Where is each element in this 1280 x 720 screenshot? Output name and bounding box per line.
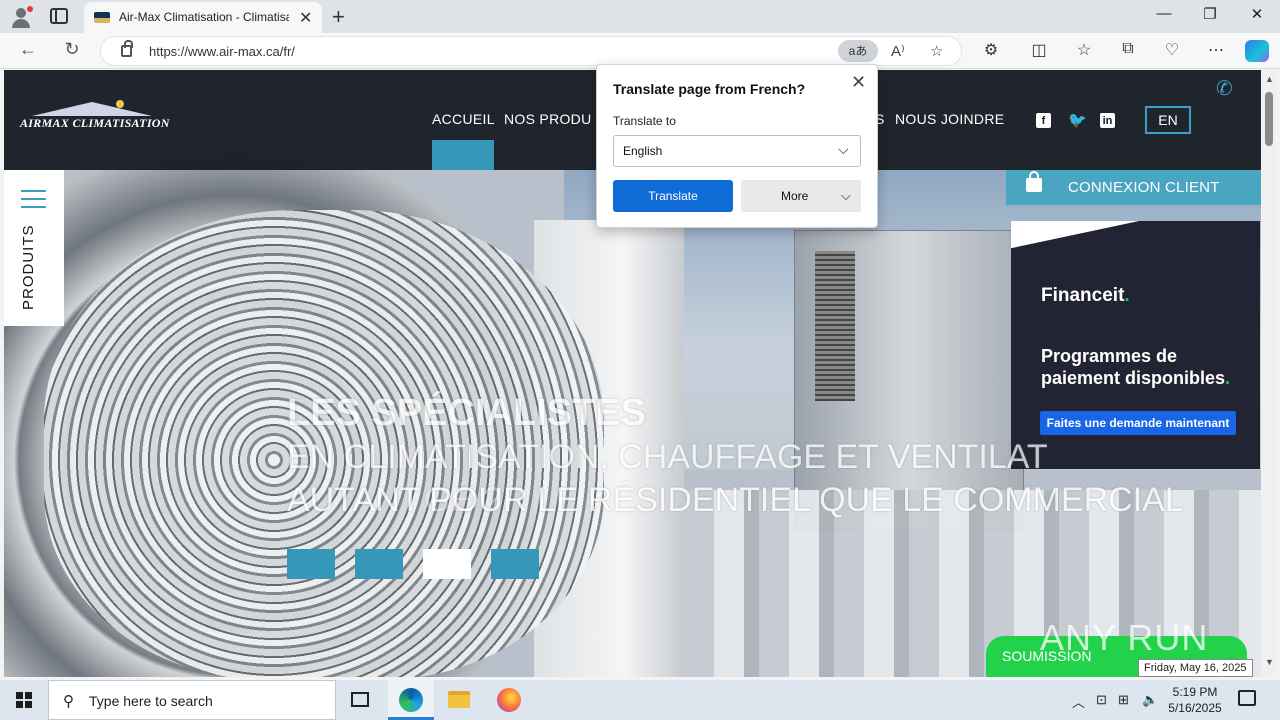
financeit-ad[interactable]: Financeit. Programmes de paiement dispon… xyxy=(1011,221,1260,469)
clock-time: 5:19 PM xyxy=(1172,685,1218,699)
windows-logo-icon xyxy=(16,692,32,708)
twitter-icon[interactable]: 🐦 xyxy=(1068,113,1087,128)
edge-taskbar-button[interactable] xyxy=(388,680,434,720)
back-arrow-icon[interactable]: ← xyxy=(14,39,42,60)
tab-close-icon[interactable]: ✕ xyxy=(299,8,312,28)
slider-dot-4[interactable] xyxy=(491,549,539,579)
language-toggle[interactable]: EN xyxy=(1145,106,1191,134)
more-button[interactable]: More ⌵ xyxy=(741,180,861,212)
network-monitor-icon[interactable]: ⊡ xyxy=(1096,692,1107,708)
ad-brand: Financeit. xyxy=(1041,285,1130,306)
copilot-icon[interactable] xyxy=(1245,40,1269,62)
facebook-icon[interactable]: f xyxy=(1036,113,1051,128)
performance-icon[interactable]: ♡ xyxy=(1158,40,1186,60)
extensions-icon[interactable]: ⚙ xyxy=(977,40,1005,60)
task-view-icon xyxy=(351,692,369,707)
site-favicon-icon xyxy=(94,12,110,23)
restore-button[interactable]: ❐ xyxy=(1187,5,1233,23)
tab-strip: Air-Max Climatisation - Climatisation ✕ … xyxy=(0,0,1280,33)
scroll-up-icon[interactable]: ▲ xyxy=(1265,74,1274,84)
language-select[interactable]: English ⌵ xyxy=(613,135,861,167)
hero-subtitle: EN CLIMATISATION, CHAUFFAGE ET VENTILAT xyxy=(287,438,1048,476)
task-view-button[interactable] xyxy=(337,680,383,720)
slider-dot-1[interactable] xyxy=(287,549,335,579)
volume-icon[interactable]: 🔈 xyxy=(1142,692,1158,708)
search-icon: ⚲ xyxy=(63,693,74,710)
favorites-icon[interactable]: ☆ xyxy=(1070,40,1098,60)
lock-icon[interactable] xyxy=(121,40,133,57)
minimize-button[interactable]: — xyxy=(1141,5,1187,22)
show-hidden-icons-icon[interactable]: ︿ xyxy=(1072,692,1085,711)
chevron-down-icon: ⌵ xyxy=(838,141,849,157)
page-scrollbar[interactable]: ▲ ▼ xyxy=(1262,70,1276,677)
start-button[interactable] xyxy=(0,680,48,720)
profile-icon[interactable] xyxy=(8,4,34,30)
hamburger-menu-icon[interactable] xyxy=(21,190,46,208)
refresh-icon[interactable]: ↻ xyxy=(58,39,86,60)
explorer-taskbar-button[interactable] xyxy=(436,680,482,720)
ad-cta-button[interactable]: Faites une demande maintenant xyxy=(1040,411,1236,435)
translate-popup: Translate page from French? ✕ Translate … xyxy=(596,64,878,228)
chevron-down-icon: ⌵ xyxy=(841,188,851,203)
translate-to-label: Translate to xyxy=(613,114,676,128)
hero-title: LES SPÉCIALISTES xyxy=(287,392,646,434)
taskbar: ⚲ Type here to search ︿ ⊡ ⊞ 🔈 5:19 PM 5/… xyxy=(0,680,1280,720)
search-placeholder: Type here to search xyxy=(89,693,213,709)
split-screen-icon[interactable]: ◫ xyxy=(1025,40,1053,60)
ad-headline: Programmes de paiement disponibles. xyxy=(1041,346,1231,388)
selected-language: English xyxy=(623,144,663,158)
tab-title: Air-Max Climatisation - Climatisation xyxy=(119,10,289,24)
translate-indicator-icon[interactable]: aあ xyxy=(838,40,878,62)
url-text[interactable]: https://www.air-max.ca/fr/ xyxy=(149,44,295,59)
read-aloud-icon[interactable]: A⁾ xyxy=(891,42,905,60)
translate-button[interactable]: Translate xyxy=(613,180,733,212)
menu-accueil[interactable]: ACCUEIL xyxy=(432,111,495,127)
favorite-star-icon[interactable]: ☆ xyxy=(930,42,943,60)
close-icon[interactable]: ✕ xyxy=(851,72,866,93)
logo-text: AIRMAX CLIMATISATION xyxy=(20,116,170,130)
client-login-button[interactable]: CONNEXION CLIENT xyxy=(1006,170,1261,205)
scroll-down-icon[interactable]: ▼ xyxy=(1265,657,1274,667)
scrollbar-thumb[interactable] xyxy=(1265,92,1273,146)
menu-nous-joindre[interactable]: NOUS JOINDRE xyxy=(895,111,1004,127)
more-menu-icon[interactable]: ⋯ xyxy=(1202,40,1230,60)
taskbar-search[interactable]: ⚲ Type here to search xyxy=(48,680,336,720)
slider-dot-3[interactable] xyxy=(423,549,471,579)
linkedin-icon[interactable]: in xyxy=(1100,113,1115,128)
lock-icon xyxy=(1026,171,1042,192)
date-tooltip: Friday, May 16, 2025 xyxy=(1138,659,1253,677)
collections-icon[interactable]: ⧉ xyxy=(1114,40,1142,58)
firefox-taskbar-button[interactable] xyxy=(486,680,532,720)
address-bar[interactable]: https://www.air-max.ca/fr/ aあ A⁾ ☆ xyxy=(100,36,962,66)
folder-icon xyxy=(448,691,470,708)
hero-ghost-text: GÉ ? xyxy=(424,481,502,519)
anyrun-watermark: ANY RUN xyxy=(1040,617,1209,658)
clock-date: 5/16/2025 xyxy=(1168,701,1222,715)
taskbar-clock[interactable]: 5:19 PM 5/16/2025 xyxy=(1160,684,1230,716)
phone-icon[interactable]: ✆ xyxy=(1216,76,1233,101)
edge-icon xyxy=(399,688,423,712)
notification-icon[interactable] xyxy=(1238,690,1256,706)
products-side-tab[interactable]: PRODUITS xyxy=(4,170,64,326)
site-logo[interactable]: AIRMAX CLIMATISATION xyxy=(20,98,169,138)
translate-popup-title: Translate page from French? xyxy=(613,81,806,97)
client-login-label: CONNEXION CLIENT xyxy=(1068,179,1220,196)
new-tab-button[interactable]: + xyxy=(332,4,345,30)
more-button-label: More xyxy=(781,189,809,203)
network-icon[interactable]: ⊞ xyxy=(1118,692,1129,708)
side-tab-label: PRODUITS xyxy=(20,224,37,310)
active-menu-indicator xyxy=(432,140,494,170)
tab-actions-icon[interactable] xyxy=(50,8,68,24)
firefox-icon xyxy=(497,688,521,712)
menu-nos-produits[interactable]: NOS PRODU xyxy=(504,111,592,127)
hero-tagline: AUTANT POUR LE RÉSIDENTIEL QUE LE COMMER… xyxy=(287,481,1184,519)
slider-dot-2[interactable] xyxy=(355,549,403,579)
tab-air-max[interactable]: Air-Max Climatisation - Climatisation ✕ xyxy=(84,2,322,33)
close-window-button[interactable]: ✕ xyxy=(1234,5,1280,23)
